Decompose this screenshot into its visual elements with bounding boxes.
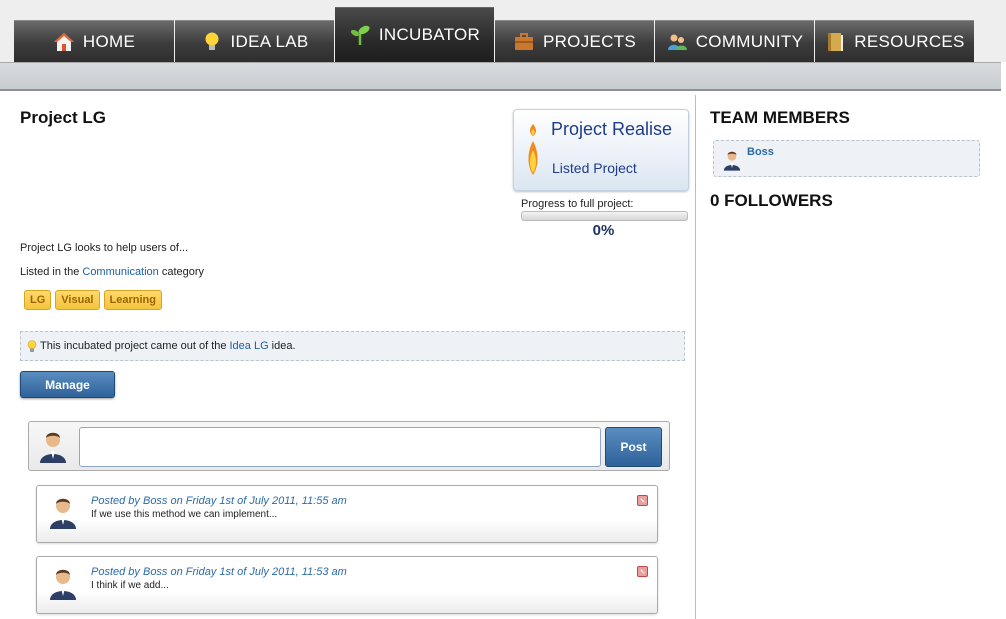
sprout-icon	[350, 25, 370, 45]
tag-list: LG Visual Learning	[24, 290, 162, 310]
people-icon	[667, 34, 687, 50]
tab-projects[interactable]: PROJECTS	[495, 20, 654, 62]
tab-idea-lab[interactable]: IDEA LAB	[175, 20, 334, 62]
category-suffix: category	[158, 266, 205, 278]
team-member-item[interactable]: Boss	[713, 140, 980, 177]
tab-idea-lab-label: IDEA LAB	[230, 31, 309, 51]
column-divider	[695, 95, 696, 619]
avatar	[40, 432, 66, 463]
flame-small-icon	[530, 124, 536, 136]
main-nav: HOME IDEA LAB INCUBATOR PROJECTS COMMUNI…	[14, 7, 975, 62]
tag-lg[interactable]: LG	[24, 290, 52, 310]
tab-resources[interactable]: RESOURCES	[815, 20, 974, 62]
avatar	[50, 569, 76, 600]
comment-meta: Posted by Boss on Friday 1st of July 201…	[91, 495, 347, 507]
lightbulb-icon	[205, 32, 218, 50]
tab-incubator[interactable]: INCUBATOR	[335, 7, 494, 62]
tab-incubator-label: INCUBATOR	[378, 25, 481, 44]
delete-icon[interactable]	[637, 566, 648, 577]
comment-meta: Posted by Boss on Friday 1st of July 201…	[91, 566, 347, 578]
manage-button[interactable]: Manage	[20, 371, 115, 398]
post-button[interactable]: Post	[605, 427, 662, 467]
book-icon	[828, 32, 844, 51]
tag-learning[interactable]: Learning	[103, 290, 162, 310]
tab-home-label: HOME	[82, 31, 136, 51]
progress-value: 0%	[592, 222, 615, 239]
project-realise-badge: Project Realise Listed Project	[513, 109, 689, 191]
sub-nav-bar	[0, 62, 1001, 91]
avatar	[50, 498, 76, 529]
origin-notice: This incubated project came out of the I…	[20, 331, 685, 361]
page-title: Project LG	[20, 108, 106, 127]
comment-item: Posted by Boss on Friday 1st of July 201…	[36, 556, 658, 614]
tab-resources-label: RESOURCES	[854, 31, 965, 51]
team-members-heading: TEAM MEMBERS	[710, 108, 850, 127]
badge-status: Listed Project	[552, 160, 637, 176]
comment-text: I think if we add...	[91, 580, 169, 591]
tab-community-label: COMMUNITY	[695, 31, 804, 51]
team-member-name[interactable]: Boss	[747, 146, 774, 158]
comment-input[interactable]	[79, 427, 601, 467]
lightbulb-icon	[27, 339, 37, 352]
notice-prefix: This incubated project came out of the	[40, 340, 227, 352]
briefcase-icon	[514, 32, 533, 50]
tab-home[interactable]: HOME	[14, 20, 174, 62]
flame-large-icon	[528, 141, 538, 175]
avatar	[723, 151, 741, 171]
comment-item: Posted by Boss on Friday 1st of July 201…	[36, 485, 658, 543]
notice-suffix: idea.	[271, 340, 296, 352]
comment-composer: Post	[28, 421, 670, 471]
tag-visual[interactable]: Visual	[55, 290, 100, 310]
category-link[interactable]: Communication	[82, 266, 158, 278]
project-category: Listed in the Communication category	[20, 266, 204, 278]
delete-icon[interactable]	[637, 495, 648, 506]
followers-heading: 0 FOLLOWERS	[710, 191, 833, 210]
category-prefix: Listed in the	[20, 266, 83, 278]
tab-projects-label: PROJECTS	[542, 31, 637, 51]
top-bar: HOME IDEA LAB INCUBATOR PROJECTS COMMUNI…	[0, 0, 1006, 62]
tab-community[interactable]: COMMUNITY	[655, 20, 814, 62]
progress-bar	[521, 211, 688, 221]
idea-link[interactable]: Idea LG	[230, 340, 269, 352]
home-icon	[53, 32, 74, 51]
badge-title: Project Realise	[551, 119, 673, 139]
comment-text: If we use this method we can implement..…	[91, 509, 278, 520]
project-description: Project LG looks to help users of...	[20, 242, 189, 254]
progress-label: Progress to full project:	[521, 198, 634, 210]
